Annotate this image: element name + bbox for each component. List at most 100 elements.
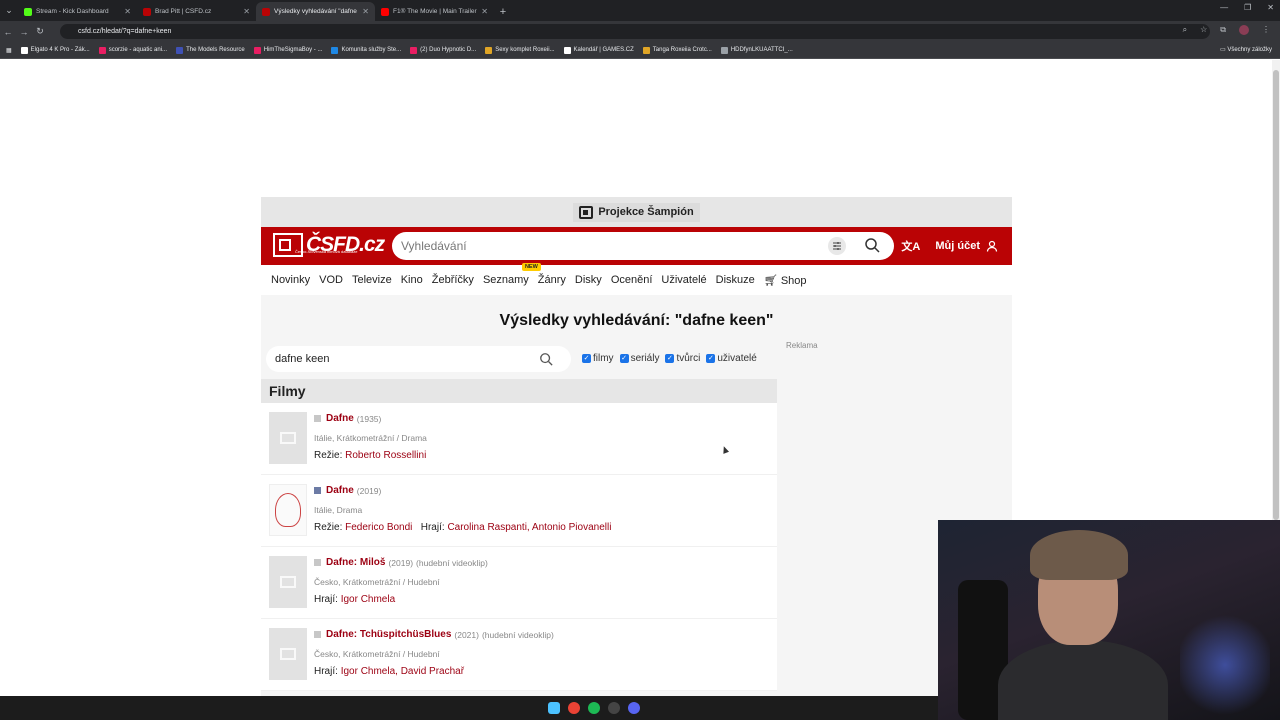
- all-bookmarks-label: Všechny záložky: [1227, 47, 1272, 53]
- bookmark-favicon-icon: [563, 46, 571, 54]
- film-meta: Itálie, Krátkometrážní / Drama: [314, 433, 427, 443]
- filter-tvurci[interactable]: ✓ tvůrci: [665, 353, 700, 364]
- header-search-input[interactable]: [401, 232, 811, 260]
- apps-grid-icon[interactable]: ▦: [6, 47, 12, 54]
- menu-item-diskuze[interactable]: Diskuze: [716, 274, 755, 286]
- browser-tab-active[interactable]: Výsledky vyhledávání "dafne k ✕: [256, 2, 375, 21]
- checkbox-checked-icon[interactable]: ✓: [665, 354, 675, 363]
- windows-start-icon[interactable]: [548, 702, 560, 714]
- result-title-line: Dafne (2019): [314, 485, 381, 496]
- bookmark-label: Tanga Roxeiia Crotc...: [652, 47, 712, 53]
- profile-avatar[interactable]: [1239, 25, 1249, 35]
- film-poster[interactable]: [269, 484, 307, 536]
- close-tab-icon[interactable]: ✕: [124, 7, 131, 16]
- bookmark-item[interactable]: The Models Resource: [176, 46, 245, 54]
- menu-item-uzivatele[interactable]: Uživatelé: [661, 274, 706, 286]
- cast-link[interactable]: Igor Chmela: [341, 594, 395, 605]
- results-search-input[interactable]: [275, 346, 515, 372]
- menu-item-vod[interactable]: VOD: [319, 274, 343, 286]
- bookmark-item[interactable]: Kalendář | GAMES.CZ: [563, 46, 634, 54]
- cast-link[interactable]: Carolina Raspanti, Antonio Piovanelli: [447, 522, 611, 533]
- bookmark-item[interactable]: Sexy komplet Roxeii...: [485, 46, 555, 54]
- film-title-link[interactable]: Dafne: Miloš: [326, 557, 385, 568]
- menu-item-disky[interactable]: Disky: [575, 274, 602, 286]
- header-search: [392, 232, 894, 260]
- poster-placeholder[interactable]: [269, 412, 307, 464]
- filter-serialy[interactable]: ✓ seriály: [619, 353, 659, 364]
- menu-item-shop[interactable]: 🛒︎ Shop: [764, 274, 807, 287]
- url-bar[interactable]: csfd.cz/hledat/?q=dafne+keen: [60, 24, 1210, 39]
- bookmark-item[interactable]: scorzie - aquatic ani...: [98, 46, 167, 54]
- bookmark-item[interactable]: Elgato 4 K Pro - Zák...: [20, 46, 90, 54]
- menu-item-zanry[interactable]: Žánry: [538, 274, 566, 286]
- scroll-thumb[interactable]: [1273, 70, 1279, 520]
- window-controls: — ❐ ✕: [1220, 3, 1274, 12]
- account-link[interactable]: Můj účet: [935, 240, 980, 252]
- bookmark-favicon-icon: [20, 46, 28, 54]
- menu-item-zebricky[interactable]: Žebříčky: [432, 274, 474, 286]
- forward-icon[interactable]: →: [16, 27, 32, 37]
- new-tab-icon[interactable]: +: [494, 2, 512, 21]
- film-title-link[interactable]: Dafne: [326, 485, 354, 496]
- search-icon[interactable]: [864, 237, 882, 255]
- director-link[interactable]: Federico Bondi: [345, 522, 412, 533]
- discord-icon[interactable]: [628, 702, 640, 714]
- browser-tab[interactable]: Stream - Kick Dashboard ✕: [18, 2, 137, 21]
- cast-link[interactable]: Igor Chmela, David Prachař: [341, 666, 464, 677]
- obs-icon[interactable]: [608, 702, 620, 714]
- tab-search-icon[interactable]: ⌄: [0, 0, 18, 21]
- site-header: ČSFD.cz Česko-Slovenská filmová databáze…: [261, 227, 1012, 265]
- browser-tab[interactable]: Brad Pitt | ČSFD.cz ✕: [137, 2, 256, 21]
- search-filter-icon[interactable]: [828, 237, 846, 255]
- checkbox-checked-icon[interactable]: ✓: [706, 354, 716, 363]
- all-bookmarks[interactable]: ▭ Všechny záložky: [1220, 46, 1272, 53]
- bookmark-label: Elgato 4 K Pro - Zák...: [30, 47, 90, 53]
- promo-banner[interactable]: Projekce Šampión: [261, 197, 1012, 227]
- extensions-icon[interactable]: ⧉: [1220, 25, 1226, 35]
- film-title-link[interactable]: Dafne: TchüspitchüsBlues: [326, 629, 451, 640]
- bookmark-item[interactable]: Komunita služby Ste...: [331, 46, 401, 54]
- tab-title: Brad Pitt | ČSFD.cz: [155, 8, 212, 15]
- poster-placeholder[interactable]: [269, 628, 307, 680]
- rating-square-icon: [314, 559, 321, 566]
- spotify-icon[interactable]: [588, 702, 600, 714]
- new-badge: NEW: [521, 263, 541, 271]
- menu-item-televize[interactable]: Televize: [352, 274, 392, 286]
- film-crew: Hrají: Igor Chmela, David Prachař: [314, 666, 464, 677]
- filter-filmy[interactable]: ✓ filmy: [582, 353, 614, 364]
- filter-uzivatele[interactable]: ✓ uživatelé: [706, 353, 757, 364]
- bookmark-item[interactable]: Tanga Roxeiia Crotc...: [642, 46, 712, 54]
- translate-icon[interactable]: 文A: [901, 238, 920, 254]
- reload-icon[interactable]: ↻: [32, 26, 48, 37]
- menu-item-kino[interactable]: Kino: [401, 274, 423, 286]
- checkbox-checked-icon[interactable]: ✓: [619, 354, 629, 363]
- maximize-icon[interactable]: ❐: [1244, 3, 1251, 12]
- search-icon[interactable]: [539, 352, 553, 366]
- browser-tab[interactable]: F1® The Movie | Main Trailer - ✕: [375, 2, 494, 21]
- bookmark-item[interactable]: HDDfynLKUAATTCI_...: [720, 46, 793, 54]
- menu-item-oceneni[interactable]: Ocenění: [611, 274, 653, 286]
- checkbox-checked-icon[interactable]: ✓: [582, 354, 591, 363]
- user-icon[interactable]: [986, 240, 998, 252]
- bookmark-item[interactable]: (2) Duo Hypnotic D...: [410, 46, 476, 54]
- bookmark-star-icon[interactable]: ☆: [1200, 25, 1207, 35]
- taskbar: [0, 696, 938, 720]
- chrome-icon[interactable]: [568, 702, 580, 714]
- poster-placeholder[interactable]: [269, 556, 307, 608]
- back-icon[interactable]: ←: [0, 27, 16, 37]
- film-title-link[interactable]: Dafne: [326, 413, 354, 424]
- close-tab-icon[interactable]: ✕: [362, 7, 369, 16]
- menu-item-novinky[interactable]: Novinky: [271, 274, 310, 286]
- close-tab-icon[interactable]: ✕: [481, 7, 488, 16]
- browser-menu-icon[interactable]: ⋮: [1262, 25, 1270, 35]
- minimize-icon[interactable]: —: [1220, 3, 1228, 12]
- bookmark-item[interactable]: HimTheSigmaBoy - ...: [253, 46, 322, 54]
- director-link[interactable]: Roberto Rossellini: [345, 450, 426, 461]
- zoom-icon[interactable]: ⌕: [1183, 25, 1187, 35]
- result-title-line: Dafne: Miloš (2019) (hudební videoklip): [314, 557, 488, 568]
- close-window-icon[interactable]: ✕: [1267, 3, 1274, 12]
- director-label: Režie:: [314, 450, 343, 461]
- close-tab-icon[interactable]: ✕: [243, 7, 250, 16]
- menu-item-seznamy[interactable]: Seznamy NEW: [483, 263, 541, 286]
- youtube-favicon-icon: [381, 7, 389, 16]
